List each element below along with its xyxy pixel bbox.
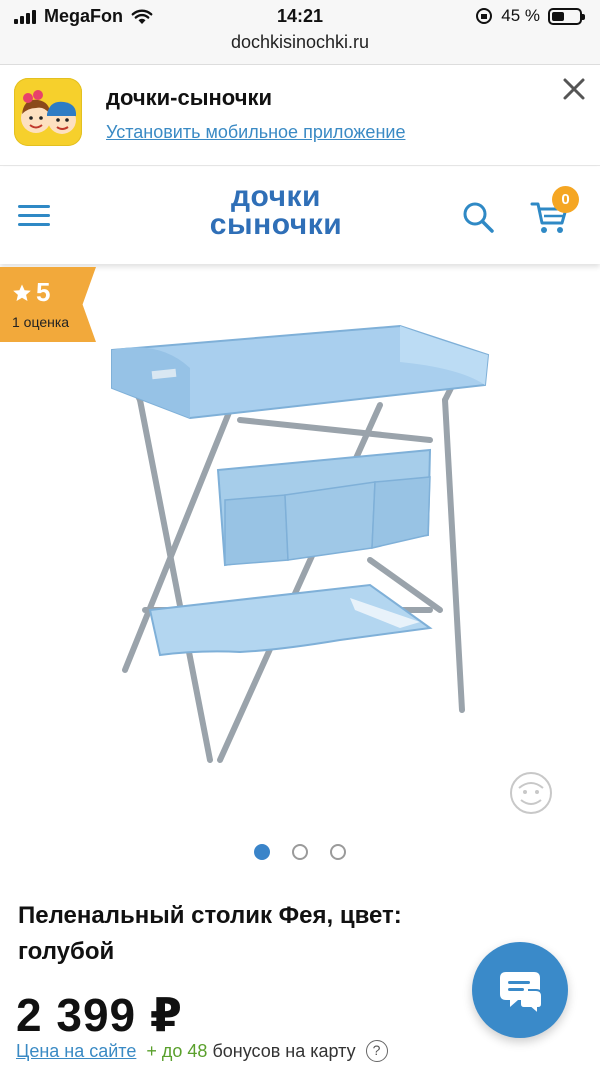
logo-line-2: сыночки (209, 208, 343, 241)
battery-percent: 45 % (501, 6, 540, 25)
app-install-banner: дочки-сыночки Установить мобильное прило… (0, 64, 600, 166)
bonus-amount: + до 48 (146, 1040, 208, 1061)
kids-app-icon[interactable] (14, 78, 82, 146)
product-price: 2 399 ₽ (16, 989, 183, 1041)
rating-count: 1 оценка (12, 314, 70, 330)
rating-ribbon[interactable]: 5 1 оценка (0, 267, 96, 342)
brand-watermark-icon (510, 772, 552, 814)
battery-icon (548, 7, 585, 25)
chat-bubbles-icon (500, 972, 543, 1017)
logo-line-1: дочки (231, 180, 321, 213)
gallery-dot-1[interactable] (254, 844, 270, 860)
site-header: дочки сыночки (0, 167, 600, 264)
rating-score: 5 (12, 277, 50, 308)
cart-count-badge: 0 (552, 186, 579, 213)
help-icon[interactable]: ? (365, 1040, 388, 1062)
bonus-label: бонусов на карту (212, 1040, 356, 1061)
price-info-row: Цена на сайте + до 48 бонусов на карту ? (16, 1040, 388, 1062)
status-bar: MegaFon 14:21 45 % dochkisinochki.ru (0, 0, 600, 64)
product-title: Пеленальный столик Фея, цвет: голубой (18, 902, 402, 965)
site-price-link[interactable]: Цена на сайте (16, 1041, 136, 1062)
product-image[interactable] (100, 310, 500, 780)
gallery-dot-2[interactable] (292, 844, 308, 860)
battery-info: 45 % (475, 6, 585, 26)
rating-value: 5 (36, 277, 51, 307)
gallery-dot-3[interactable] (330, 844, 346, 860)
app-name: дочки-сыночки (106, 85, 272, 110)
close-icon[interactable] (560, 75, 588, 103)
install-app-link[interactable]: Установить мобильное приложение (106, 122, 405, 143)
chat-button[interactable] (472, 942, 568, 1038)
orientation-lock-icon (476, 8, 493, 24)
search-icon[interactable] (460, 199, 496, 235)
site-logo[interactable]: дочки сыночки (188, 180, 364, 241)
gallery-pagination (0, 844, 600, 860)
address-bar-url[interactable]: dochkisinochki.ru (0, 32, 600, 53)
star-icon (13, 284, 31, 301)
hamburger-icon[interactable] (18, 205, 50, 227)
